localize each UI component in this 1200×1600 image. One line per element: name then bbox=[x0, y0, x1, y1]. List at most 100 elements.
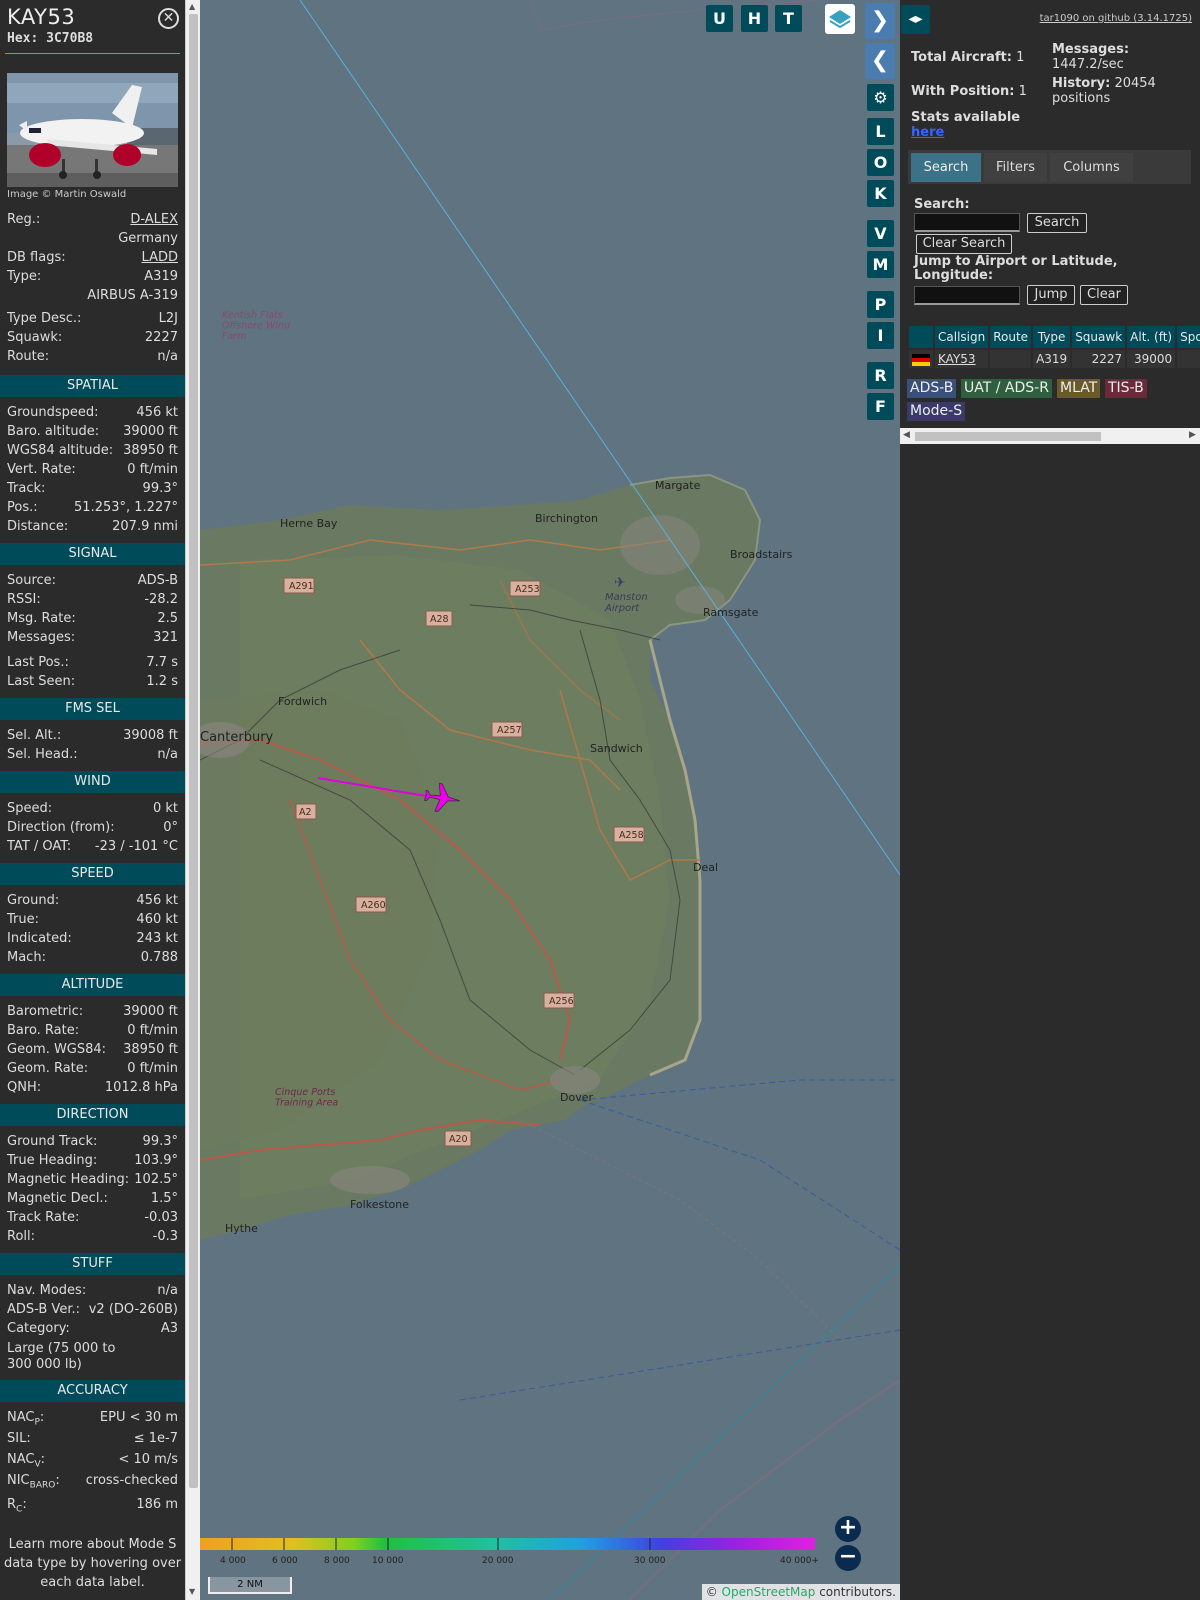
collapse-panel-button[interactable]: ❮ bbox=[865, 43, 895, 79]
toggle-p-button[interactable]: P bbox=[867, 291, 894, 318]
photo-credit: Image © Martin Oswald bbox=[7, 189, 127, 200]
scroll-right-icon[interactable]: ▶ bbox=[1189, 430, 1196, 440]
info-row: Last Seen: 1.2 s bbox=[7, 674, 178, 689]
toggle-i-button[interactable]: I bbox=[867, 322, 894, 349]
info-row: Sel. Head.: n/a bbox=[7, 747, 178, 762]
legend-mlat: MLAT bbox=[1057, 379, 1101, 398]
settings-button[interactable]: ⚙ bbox=[867, 84, 894, 111]
info-row: ADS-B Ver.: v2 (DO-260B) bbox=[7, 1302, 178, 1317]
layers-button[interactable] bbox=[825, 4, 855, 34]
altitude-tick: 4 000 bbox=[220, 1556, 246, 1566]
column-header-altitude[interactable]: Alt. (ft) bbox=[1127, 326, 1176, 348]
toggle-v-button[interactable]: V bbox=[867, 220, 894, 247]
github-link[interactable]: tar1090 on github (3.14.1725) bbox=[1040, 13, 1192, 24]
close-icon[interactable]: ✕ bbox=[158, 8, 179, 29]
tab-search[interactable]: Search bbox=[911, 153, 981, 182]
expand-panel-button[interactable]: ❯ bbox=[865, 3, 895, 39]
info-row: AIRBUS A-319 bbox=[87, 288, 178, 303]
section-wind: WIND bbox=[0, 771, 185, 793]
scroll-left-icon[interactable]: ◀ bbox=[903, 430, 910, 440]
toggle-r-button[interactable]: R bbox=[867, 362, 894, 389]
altitude-tick: 10 000 bbox=[372, 1556, 404, 1566]
table-row[interactable]: KAY53 A319 2227 39000 bbox=[909, 350, 1200, 368]
section-spatial: SPATIAL bbox=[0, 375, 185, 397]
road-label: A257 bbox=[497, 725, 522, 736]
altitude-tick: 30 000 bbox=[634, 1556, 666, 1566]
info-row: Vert. Rate: 0 ft/min bbox=[7, 462, 178, 477]
info-row: NICBARO: cross-checked bbox=[7, 1473, 178, 1491]
column-header-squawk[interactable]: Squawk bbox=[1072, 326, 1126, 348]
clear-search-button[interactable]: Clear Search bbox=[916, 234, 1012, 254]
info-row: Type Desc.: L2J bbox=[7, 311, 178, 326]
info-panel-content: KAY53 Hex: 3C70B8 ✕ Image © Martin Oswal… bbox=[0, 0, 185, 1600]
info-row: Ground Track: 99.3° bbox=[7, 1134, 178, 1149]
tab-columns[interactable]: Columns bbox=[1050, 153, 1133, 182]
toggle-o-button[interactable]: O bbox=[867, 149, 894, 176]
stats-link[interactable]: here bbox=[911, 125, 944, 140]
db-flags-link[interactable]: LADD bbox=[142, 249, 178, 267]
toggle-t-button[interactable]: T bbox=[775, 5, 802, 32]
header-divider bbox=[5, 53, 180, 54]
zoom-out-button[interactable]: − bbox=[835, 1545, 861, 1571]
map-attribution: © OpenStreetMap contributors. bbox=[701, 1584, 900, 1600]
column-header-flag[interactable] bbox=[909, 326, 933, 348]
info-row: Sel. Alt.: 39008 ft bbox=[7, 728, 178, 743]
section-altitude: ALTITUDE bbox=[0, 974, 185, 996]
info-row: Messages: 321 bbox=[7, 630, 178, 645]
section-speed: SPEED bbox=[0, 863, 185, 885]
row-callsign[interactable]: KAY53 bbox=[935, 350, 989, 368]
scroll-down-icon[interactable]: ▼ bbox=[189, 1587, 195, 1596]
info-panel-scrollbar[interactable]: ▲ ▼ bbox=[185, 0, 200, 1600]
tab-filters[interactable]: Filters bbox=[984, 153, 1047, 182]
scrollbar-thumb[interactable] bbox=[189, 14, 198, 1488]
toggle-k-button[interactable]: K bbox=[867, 180, 894, 207]
panel-tabs: Search Filters Columns bbox=[908, 150, 1191, 184]
column-header-callsign[interactable]: Callsign bbox=[935, 326, 989, 348]
column-header-route[interactable]: Route bbox=[990, 326, 1032, 348]
jump-input[interactable] bbox=[914, 286, 1020, 305]
toggle-sidebar-button[interactable]: ◂▸ bbox=[901, 5, 930, 34]
road-label: A253 bbox=[515, 584, 540, 595]
layers-icon bbox=[829, 10, 851, 29]
clear-jump-button[interactable]: Clear bbox=[1080, 285, 1128, 305]
column-header-type[interactable]: Type bbox=[1033, 326, 1071, 348]
toggle-m-button[interactable]: M bbox=[867, 251, 894, 278]
toggle-l-button[interactable]: L bbox=[867, 118, 894, 145]
map-label-margate: Margate bbox=[655, 479, 701, 492]
map-label-canterbury: Canterbury bbox=[200, 730, 274, 745]
column-header-speed[interactable]: Spd. bbox=[1177, 326, 1200, 348]
legend-tisb: TIS-B bbox=[1105, 379, 1147, 398]
zoom-in-button[interactable]: + bbox=[835, 1516, 861, 1542]
osm-link[interactable]: OpenStreetMap bbox=[722, 1585, 816, 1599]
map-label-folkestone: Folkestone bbox=[350, 1198, 409, 1211]
map-canvas[interactable]: Margate Herne Bay Birchington Broadstair… bbox=[200, 0, 900, 1600]
with-position: With Position: 1 bbox=[911, 84, 1027, 99]
scroll-up-icon[interactable]: ▲ bbox=[189, 2, 195, 11]
info-row: Source: ADS-B bbox=[7, 573, 178, 588]
map-label-herne-bay: Herne Bay bbox=[280, 517, 338, 530]
road-label: A260 bbox=[361, 900, 386, 911]
road-label: A291 bbox=[289, 581, 314, 592]
horizontal-scrollbar-thumb[interactable] bbox=[915, 432, 1101, 441]
registration-link[interactable]: D-ALEX bbox=[130, 211, 178, 229]
jump-button[interactable]: Jump bbox=[1027, 285, 1075, 305]
info-row: DB flags: LADD bbox=[7, 249, 178, 267]
map-view[interactable]: Margate Herne Bay Birchington Broadstair… bbox=[200, 0, 900, 1600]
table-header-row: Callsign Route Type Squawk Alt. (ft) Spd… bbox=[909, 326, 1200, 348]
search-button[interactable]: Search bbox=[1027, 213, 1087, 233]
aircraft-photo[interactable] bbox=[7, 73, 178, 187]
toggle-h-button[interactable]: H bbox=[741, 5, 768, 32]
map-label-dover: Dover bbox=[560, 1091, 593, 1104]
map-label-sandwich: Sandwich bbox=[590, 742, 643, 755]
info-panel: KAY53 Hex: 3C70B8 ✕ Image © Martin Oswal… bbox=[0, 0, 200, 1600]
arrows-left-right-icon: ◂▸ bbox=[908, 11, 923, 27]
toggle-f-button[interactable]: F bbox=[867, 393, 894, 420]
info-row: Barometric: 39000 ft bbox=[7, 1004, 178, 1019]
map-label-hythe: Hythe bbox=[225, 1222, 258, 1235]
altitude-tick: 8 000 bbox=[324, 1556, 350, 1566]
road-label: A256 bbox=[549, 996, 574, 1007]
info-row: RC: 186 m bbox=[7, 1497, 178, 1515]
table-horizontal-scrollbar[interactable]: ◀ ▶ bbox=[900, 428, 1200, 444]
search-input[interactable] bbox=[914, 213, 1020, 232]
toggle-u-button[interactable]: U bbox=[706, 5, 733, 32]
